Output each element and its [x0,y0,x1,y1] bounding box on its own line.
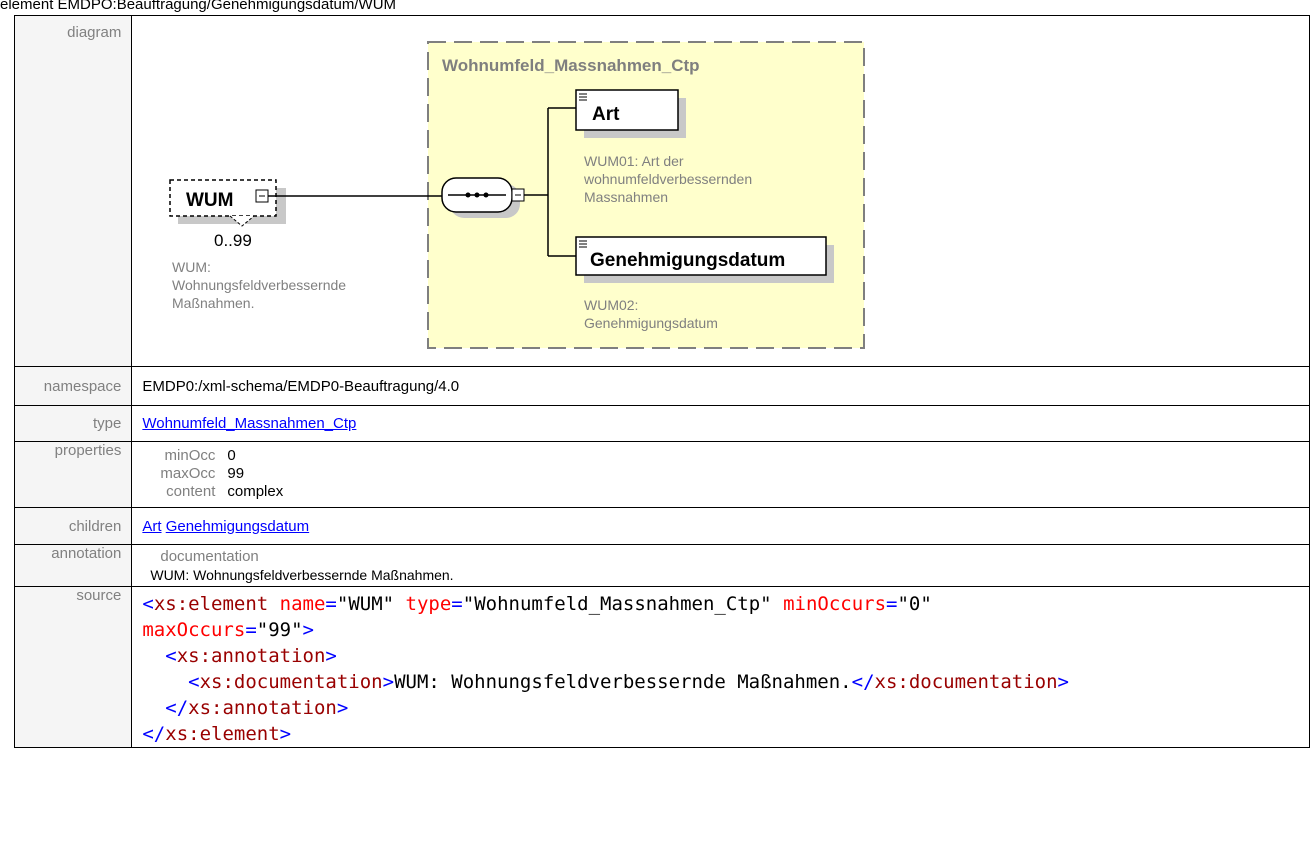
label-annotation: annotation [13,544,133,587]
label-properties: properties [13,441,133,508]
type-cell: Wohnumfeld_Massnahmen_Ctp [131,405,1310,442]
label-children: children [13,507,133,545]
child-link-art[interactable]: Art [142,518,161,535]
property-value: 0 [227,447,236,464]
row-type: type Wohnumfeld_Massnahmen_Ctp [13,405,1310,442]
element-wum-name: WUM [186,190,233,211]
label-type: type [13,405,133,442]
label-namespace: namespace [13,366,133,406]
source-cell: <xs:element name="WUM" type="Wohnumfeld_… [131,586,1310,748]
property-value: 99 [227,465,245,482]
properties-table: minOcc 0 maxOcc 99 content complex [160,447,299,501]
property-row: content complex [160,483,299,501]
properties-cell: minOcc 0 maxOcc 99 content complex [131,441,1310,508]
row-annotation: annotation documentation WUM: Wohnungsfe… [13,544,1310,587]
row-namespace: namespace EMDP0:/xml-schema/EMDP0-Beauft… [13,366,1310,406]
label-source: source [13,586,133,748]
property-row: maxOcc 99 [160,465,299,483]
children-cell: Art Genehmigungsdatum [131,507,1310,545]
property-row: minOcc 0 [160,447,299,465]
child-genehmigungsdatum-name: Genehmigungsdatum [590,250,785,271]
page-heading: element EMDPO:Beauftragung/Genehmigungsd… [0,0,397,13]
namespace-value: EMDP0:/xml-schema/EMDP0-Beauftragung/4.0 [131,366,1310,406]
row-children: children Art Genehmigungsdatum [13,507,1310,545]
element-occurrence: 0..99 [214,231,252,250]
row-properties: properties minOcc 0 maxOcc 99 content co… [13,441,1310,508]
property-key: maxOcc [160,465,216,482]
schema-diagram: Wohnumfeld_Massnahmen_Ctp WUM 0..99 WUM:… [169,41,866,349]
child-link-genehmigungsdatum[interactable]: Genehmigungsdatum [166,518,309,535]
annotation-key: documentation [160,548,259,565]
property-key: content [166,483,216,500]
diagram-cell: Wohnumfeld_Massnahmen_Ctp WUM 0..99 WUM:… [131,15,1310,367]
annotation-cell: documentation WUM: Wohnungsfeldverbesser… [131,544,1310,587]
type-link[interactable]: Wohnumfeld_Massnahmen_Ctp [142,415,356,432]
child-art-name: Art [592,104,620,125]
property-key: minOcc [164,447,216,464]
element-properties-table: diagram Wohnumfeld_Massnahmen_Ctp WUM 0.… [13,15,1310,748]
row-diagram: diagram Wohnumfeld_Massnahmen_Ctp WUM 0.… [13,15,1310,367]
type-box-title: Wohnumfeld_Massnahmen_Ctp [442,56,700,75]
label-diagram: diagram [13,15,133,367]
row-source: source <xs:element name="WUM" type="Wohn… [13,586,1310,748]
source-code: <xs:element name="WUM" type="Wohnumfeld_… [142,593,1069,745]
element-wum-doc: WUM: Wohnungsfeldverbessernde Maßnahmen. [172,259,350,311]
property-value: complex [227,483,284,500]
annotation-value: WUM: Wohnungsfeldverbessernde Maßnahmen. [150,567,454,583]
